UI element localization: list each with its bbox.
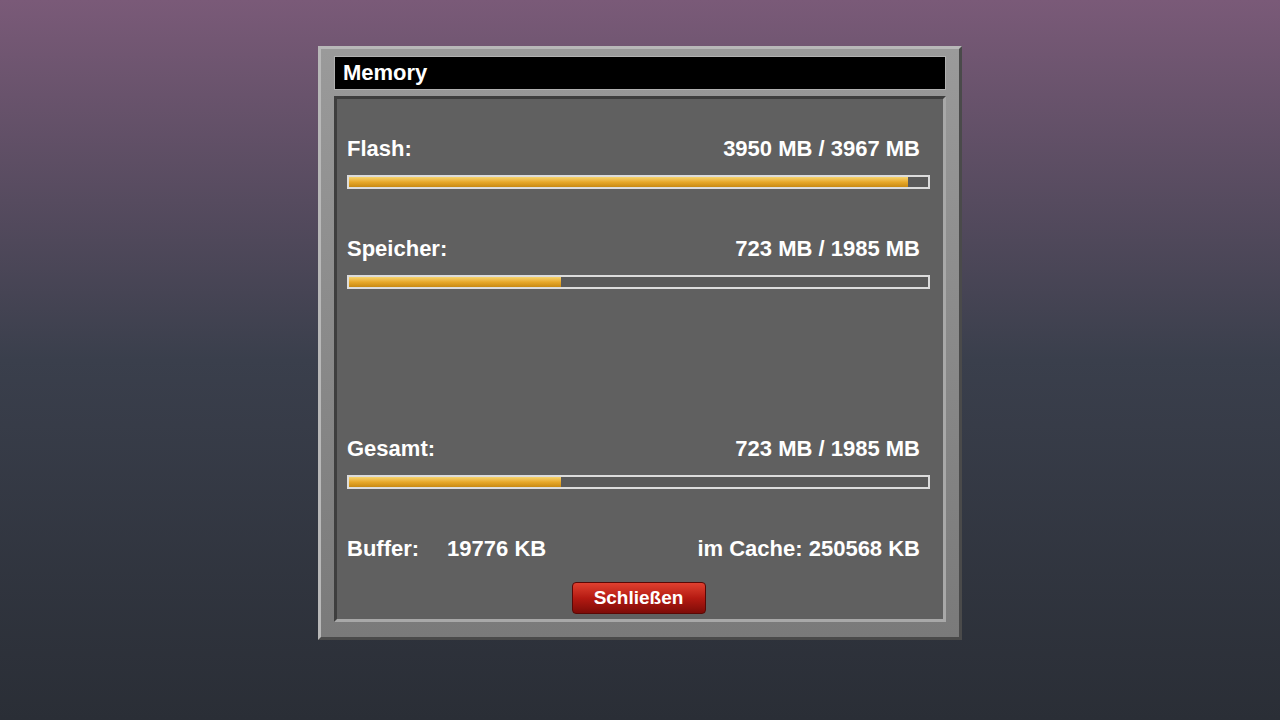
memory-dialog: Memory Flash: 3950 MB / 3967 MB Speicher: 72… bbox=[318, 46, 962, 640]
buffer-value: 19776 KB bbox=[447, 536, 546, 562]
buffer-label: Buffer: bbox=[347, 536, 419, 562]
memory-label: Speicher: bbox=[347, 236, 447, 262]
memory-panel: Flash: 3950 MB / 3967 MB Speicher: 723 MB /… bbox=[334, 96, 946, 622]
buffer-row: Buffer: 19776 KB im Cache: 250568 KB bbox=[347, 536, 930, 562]
memory-bar-fill bbox=[349, 177, 908, 187]
memory-bar bbox=[347, 275, 930, 289]
memory-row: Speicher: 723 MB / 1985 MB bbox=[347, 236, 930, 289]
cache-value: im Cache: 250568 KB bbox=[697, 536, 920, 562]
memory-bar-fill bbox=[349, 477, 561, 487]
memory-label: Gesamt: bbox=[347, 436, 435, 462]
close-button[interactable]: Schließen bbox=[572, 582, 706, 614]
memory-value: 723 MB / 1985 MB bbox=[735, 236, 920, 262]
memory-label: Flash: bbox=[347, 136, 412, 162]
dialog-title-bar: Memory bbox=[334, 56, 946, 90]
memory-value: 3950 MB / 3967 MB bbox=[723, 136, 920, 162]
memory-bar-fill bbox=[349, 277, 561, 287]
screen: Memory Flash: 3950 MB / 3967 MB Speicher: 72… bbox=[0, 0, 1280, 720]
memory-row: Flash: 3950 MB / 3967 MB bbox=[347, 136, 930, 189]
memory-bar bbox=[347, 175, 930, 189]
memory-bar bbox=[347, 475, 930, 489]
dialog-title: Memory bbox=[343, 60, 427, 86]
total-row: Gesamt: 723 MB / 1985 MB bbox=[347, 436, 930, 489]
memory-value: 723 MB / 1985 MB bbox=[735, 436, 920, 462]
